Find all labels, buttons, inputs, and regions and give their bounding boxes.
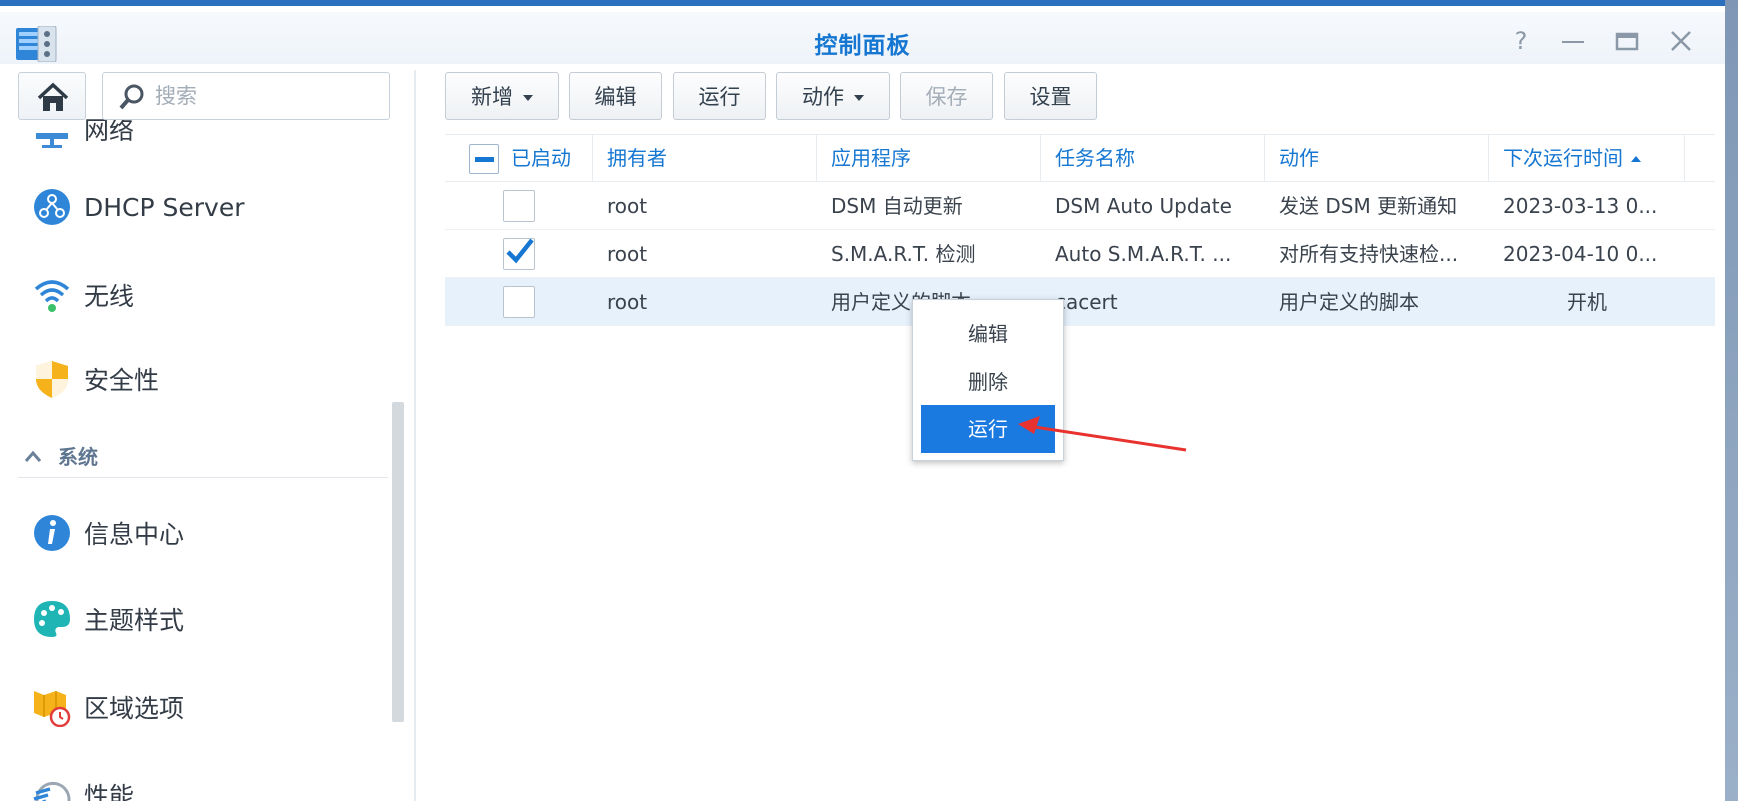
search-input[interactable] bbox=[155, 81, 375, 111]
theme-palette-icon bbox=[30, 597, 74, 641]
enabled-checkbox[interactable] bbox=[503, 190, 535, 222]
table-row[interactable]: root 用户定义的脚本 cacert 用户定义的脚本 开机 bbox=[445, 278, 1715, 326]
task-name-cell: cacert bbox=[1055, 290, 1118, 314]
table-header: 已启动 拥有者 应用程序 任务名称 动作 下次运行时间 bbox=[445, 134, 1715, 182]
owner-cell: root bbox=[607, 290, 648, 314]
column-label: 下次运行时间 bbox=[1503, 146, 1623, 170]
maximize-icon[interactable] bbox=[1610, 26, 1644, 56]
annotation-arrow bbox=[1018, 416, 1187, 452]
save-label: 保存 bbox=[925, 85, 968, 109]
column-header-action[interactable]: 动作 bbox=[1265, 135, 1489, 182]
action-cell: 发送 DSM 更新通知 bbox=[1279, 194, 1458, 218]
run-button[interactable]: 运行 bbox=[673, 72, 766, 120]
column-header-owner[interactable]: 拥有者 bbox=[593, 135, 817, 182]
sidebar-item-security[interactable]: 安全性 bbox=[30, 354, 159, 404]
sidebar: 网络 DHCP Server 无线 bbox=[0, 64, 414, 801]
performance-icon bbox=[30, 773, 74, 801]
regional-options-icon bbox=[30, 685, 74, 729]
checkmark-icon bbox=[506, 238, 534, 264]
column-header-enabled[interactable]: 已启动 bbox=[445, 135, 593, 182]
search-icon bbox=[119, 84, 144, 110]
action-cell: 对所有支持快速检... bbox=[1279, 242, 1459, 266]
chevron-up-icon bbox=[24, 450, 42, 462]
sidebar-item-regional-options[interactable]: 区域选项 bbox=[30, 682, 184, 732]
column-label: 拥有者 bbox=[607, 146, 667, 170]
run-label: 运行 bbox=[698, 85, 741, 109]
enabled-checkbox[interactable] bbox=[503, 286, 535, 318]
create-label: 新增 bbox=[471, 85, 513, 109]
title-bar: 控制面板 ? bbox=[0, 12, 1725, 64]
create-button[interactable]: 新增 bbox=[445, 72, 559, 120]
column-label: 已启动 bbox=[511, 146, 571, 170]
sidebar-item-theme[interactable]: 主题样式 bbox=[30, 594, 184, 644]
owner-cell: root bbox=[607, 194, 648, 218]
action-cell: 用户定义的脚本 bbox=[1279, 290, 1419, 314]
column-label: 应用程序 bbox=[831, 146, 911, 170]
select-all-checkbox[interactable] bbox=[469, 144, 499, 174]
sidebar-item-wireless[interactable]: 无线 bbox=[30, 270, 134, 320]
help-icon[interactable]: ? bbox=[1504, 26, 1538, 56]
close-icon[interactable] bbox=[1664, 26, 1698, 56]
window-title: 控制面板 bbox=[814, 33, 911, 59]
settings-button[interactable]: 设置 bbox=[1004, 72, 1097, 120]
sidebar-item-label: 区域选项 bbox=[84, 694, 185, 723]
next-run-cell: 2023-04-10 0... bbox=[1503, 242, 1658, 266]
context-menu-delete[interactable]: 删除 bbox=[921, 358, 1055, 406]
sidebar-item-label: DHCP Server bbox=[84, 192, 245, 222]
section-label: 系统 bbox=[58, 445, 98, 469]
context-menu-edit[interactable]: 编辑 bbox=[921, 310, 1055, 358]
enabled-checkbox[interactable] bbox=[503, 238, 535, 270]
sidebar-item-label: 性能 bbox=[84, 782, 135, 801]
task-name-cell: Auto S.M.A.R.T. ... bbox=[1055, 242, 1232, 266]
home-button[interactable] bbox=[18, 72, 86, 120]
column-label: 动作 bbox=[1279, 146, 1319, 170]
save-button[interactable]: 保存 bbox=[900, 72, 993, 120]
column-header-application[interactable]: 应用程序 bbox=[817, 135, 1041, 182]
sidebar-item-label: 信息中心 bbox=[84, 520, 185, 549]
application-cell: S.M.A.R.T. 检测 bbox=[831, 242, 976, 266]
table-row[interactable]: root S.M.A.R.T. 检测 Auto S.M.A.R.T. ... 对… bbox=[445, 230, 1715, 278]
action-button[interactable]: 动作 bbox=[776, 72, 890, 120]
sidebar-item-label: 安全性 bbox=[84, 366, 160, 395]
home-icon bbox=[37, 82, 69, 111]
task-table: 已启动 拥有者 应用程序 任务名称 动作 下次运行时间 root DSM 自动更… bbox=[445, 134, 1715, 326]
owner-cell: root bbox=[607, 242, 648, 266]
task-name-cell: DSM Auto Update bbox=[1055, 194, 1232, 218]
sidebar-item-dhcp-server[interactable]: DHCP Server bbox=[30, 182, 245, 232]
settings-label: 设置 bbox=[1029, 85, 1072, 109]
application-cell: DSM 自动更新 bbox=[831, 194, 963, 218]
sort-ascending-icon bbox=[1631, 156, 1641, 162]
edit-label: 编辑 bbox=[594, 85, 637, 109]
sidebar-item-performance[interactable]: 性能 bbox=[30, 770, 134, 801]
column-header-task-name[interactable]: 任务名称 bbox=[1041, 135, 1265, 182]
dhcp-server-icon bbox=[30, 185, 74, 229]
next-run-cell: 2023-03-13 0... bbox=[1503, 194, 1658, 218]
desktop-background-strip bbox=[1725, 0, 1738, 801]
edit-button[interactable]: 编辑 bbox=[569, 72, 662, 120]
security-shield-icon bbox=[30, 357, 74, 401]
info-icon bbox=[30, 511, 74, 555]
minimize-icon[interactable] bbox=[1556, 26, 1590, 56]
sidebar-item-label: 主题样式 bbox=[84, 606, 185, 635]
table-row[interactable]: root DSM 自动更新 DSM Auto Update 发送 DSM 更新通… bbox=[445, 182, 1715, 230]
action-label: 动作 bbox=[802, 85, 844, 109]
control-panel-window: 控制面板 ? 网络 搜索 DHCP Server 无线 安全性 系统 信息中心 … bbox=[0, 0, 1725, 801]
column-label: 任务名称 bbox=[1055, 146, 1135, 170]
section-header-system[interactable]: 系统 bbox=[18, 434, 388, 478]
sidebar-item-label: 无线 bbox=[84, 282, 135, 311]
sidebar-scrollbar[interactable] bbox=[392, 402, 404, 722]
chevron-down-icon bbox=[523, 94, 533, 101]
sidebar-item-info-center[interactable]: 信息中心 bbox=[30, 508, 184, 558]
chevron-down-icon bbox=[854, 94, 864, 101]
search-field[interactable] bbox=[102, 72, 390, 120]
column-header-next-run-time[interactable]: 下次运行时间 bbox=[1489, 135, 1685, 182]
next-run-cell: 开机 bbox=[1567, 290, 1607, 314]
wireless-icon bbox=[30, 273, 74, 317]
